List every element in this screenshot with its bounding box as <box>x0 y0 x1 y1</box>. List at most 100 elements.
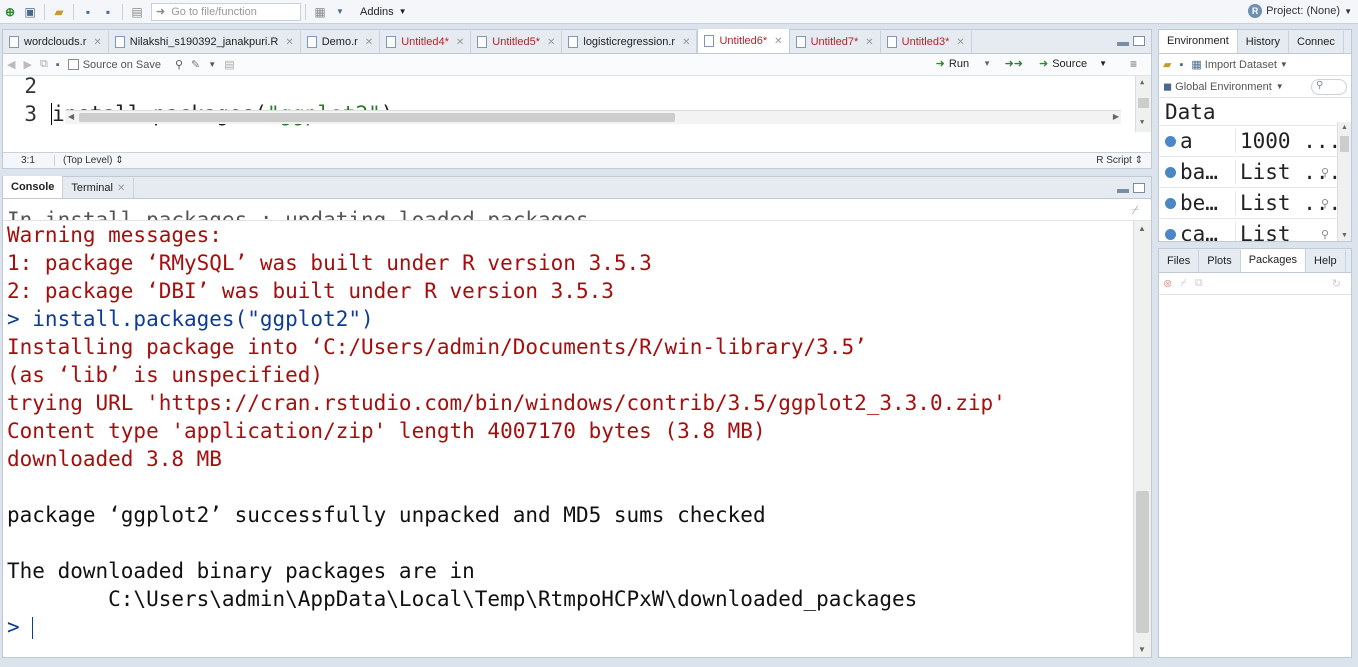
console-vertical-scrollbar[interactable]: ▲ ▼ <box>1133 221 1151 657</box>
scroll-thumb[interactable] <box>1340 136 1349 152</box>
search-icon[interactable]: ⚲ <box>175 58 183 71</box>
close-icon[interactable]: ✕ <box>774 36 782 47</box>
rerun-icon[interactable]: ➜➜ <box>1005 57 1023 70</box>
editor-vertical-scrollbar[interactable]: ▲ ▼ <box>1135 76 1151 132</box>
open-folder-icon[interactable]: ▰ <box>51 3 67 21</box>
environment-search-input[interactable]: ⚲ <box>1311 79 1347 95</box>
scroll-thumb[interactable] <box>79 113 675 122</box>
editor-tab[interactable]: Demo.r ✕ <box>301 31 381 53</box>
source-on-save-checkbox[interactable] <box>67 59 79 70</box>
close-icon[interactable]: ✕ <box>285 37 293 48</box>
scroll-down-icon[interactable]: ▼ <box>1138 645 1146 654</box>
scroll-up-icon[interactable]: ▲ <box>1140 78 1144 86</box>
expand-icon[interactable] <box>1165 135 1176 147</box>
scroll-up-icon[interactable]: ▲ <box>1138 224 1146 233</box>
editor-tab[interactable]: Untitled4* ✕ <box>380 31 472 53</box>
scroll-up-icon[interactable]: ▲ <box>1341 124 1348 131</box>
new-project-icon[interactable]: ▣ <box>22 3 38 21</box>
scroll-thumb[interactable] <box>1136 491 1149 633</box>
save-icon[interactable]: ▪ <box>56 59 60 71</box>
close-icon[interactable]: ✕ <box>456 37 464 48</box>
chevron-down-icon: ▼ <box>983 59 991 68</box>
grid-layout-icon[interactable]: ▦ <box>312 3 328 21</box>
environment-row[interactable]: ca… List ⚲ <box>1159 219 1351 241</box>
editor-tab[interactable]: Untitled5* ✕ <box>471 31 563 53</box>
run-button[interactable]: ➜ Run ▼ <box>936 57 991 71</box>
close-icon[interactable]: ✕ <box>547 37 555 48</box>
editor-tab[interactable]: logisticregression.r ✕ <box>562 31 698 53</box>
scroll-right-icon[interactable]: ▶ <box>1113 112 1119 121</box>
save-icon[interactable]: ▪ <box>80 3 96 21</box>
back-arrow-icon[interactable]: ◀ <box>7 58 15 71</box>
file-type-menu[interactable]: R Script ⇕ <box>1096 155 1143 166</box>
expand-icon[interactable] <box>1165 166 1176 178</box>
global-environment-menu[interactable]: ◼ Global Environment ▼ <box>1163 80 1284 94</box>
view-data-icon[interactable]: ⚲ <box>1321 166 1329 179</box>
magic-wand-icon[interactable]: ✎ <box>191 58 200 71</box>
import-dataset-menu[interactable]: ▦ Import Dataset ▼ <box>1191 58 1287 72</box>
close-icon[interactable]: ✕ <box>117 183 125 194</box>
environment-row[interactable]: a 1000 ... <box>1159 126 1351 157</box>
forward-arrow-icon[interactable]: ▶ <box>23 58 31 71</box>
tab-connections[interactable]: Connec <box>1289 31 1344 53</box>
environment-row[interactable]: be… List ... ⚲ <box>1159 188 1351 219</box>
save-all-icon[interactable]: ▪ <box>100 3 116 21</box>
close-icon[interactable]: ✕ <box>365 37 373 48</box>
source-button[interactable]: ➜ Source ▼ <box>1039 57 1107 71</box>
tab-help[interactable]: Help <box>1306 250 1346 272</box>
print-icon[interactable]: ▤ <box>129 3 145 21</box>
load-workspace-icon[interactable]: ▰ <box>1163 58 1171 71</box>
tab-terminal[interactable]: Terminal ✕ <box>63 178 135 198</box>
scroll-down-icon[interactable]: ▼ <box>1341 232 1348 239</box>
expand-icon[interactable] <box>1165 197 1176 209</box>
editor-tab[interactable]: Untitled7* ✕ <box>790 31 881 53</box>
close-icon[interactable]: ✕ <box>93 37 101 48</box>
minimize-pane-icon[interactable] <box>1117 189 1129 193</box>
project-menu[interactable]: R Project: (None) ▼ <box>1248 4 1352 18</box>
editor-tab[interactable]: Nilakshi_s190392_janakpuri.R ✕ <box>109 31 301 53</box>
import-icon: ▦ <box>1191 59 1202 71</box>
broom-icon[interactable]: ⌿ <box>1131 202 1139 218</box>
show-in-window-icon[interactable]: ⧉ <box>40 58 48 71</box>
expand-icon[interactable] <box>1165 228 1176 240</box>
outline-menu-icon[interactable]: ≡ <box>1130 57 1137 71</box>
scroll-down-icon[interactable]: ▼ <box>1140 118 1144 126</box>
addins-menu[interactable]: Addins ▼ <box>360 6 407 18</box>
compile-report-icon[interactable]: ▤ <box>224 58 234 71</box>
chevron-down-icon[interactable]: ▼ <box>208 60 216 69</box>
minimize-pane-icon[interactable] <box>1117 42 1129 46</box>
remove-icon[interactable]: ⊗ <box>1163 277 1172 290</box>
scroll-left-icon[interactable]: ◀ <box>68 112 74 121</box>
editor-tab[interactable]: Untitled6* ✕ <box>697 29 790 53</box>
editor-tab[interactable]: wordclouds.r ✕ <box>3 31 109 53</box>
file-type-label: R Script <box>1096 155 1132 166</box>
tab-environment[interactable]: Environment <box>1159 30 1238 53</box>
scroll-thumb[interactable] <box>1138 98 1149 108</box>
close-icon[interactable]: ✕ <box>956 37 964 48</box>
editor-horizontal-scrollbar[interactable]: ◀ ▶ <box>65 110 1121 124</box>
export-icon[interactable]: ⧉ <box>1195 277 1203 290</box>
tab-packages[interactable]: Packages <box>1240 249 1307 272</box>
tab-files[interactable]: Files <box>1159 250 1200 272</box>
close-icon[interactable]: ✕ <box>682 37 690 48</box>
refresh-icon[interactable]: ↻ <box>1332 277 1341 290</box>
tab-plots[interactable]: Plots <box>1199 250 1241 272</box>
editor-tab[interactable]: Untitled3* ✕ <box>881 31 972 53</box>
view-data-icon[interactable]: ⚲ <box>1321 197 1329 210</box>
view-data-icon[interactable]: ⚲ <box>1321 228 1329 241</box>
new-file-icon[interactable]: ⊕ <box>2 3 18 21</box>
tab-history[interactable]: History <box>1238 31 1289 53</box>
broom-icon[interactable]: ⌿ <box>1180 277 1187 290</box>
maximize-pane-icon[interactable] <box>1133 183 1145 193</box>
environment-vertical-scrollbar[interactable]: ▲ ▼ <box>1337 122 1351 241</box>
goto-file-input[interactable]: ➜ Go to file/function <box>151 2 301 21</box>
tab-console[interactable]: Console <box>3 176 64 198</box>
console-output[interactable]: Warning messages: 1: package ‘RMySQL’ was… <box>3 221 1133 657</box>
environment-row[interactable]: ba… List ... ⚲ <box>1159 157 1351 188</box>
save-icon[interactable]: ▪ <box>1179 59 1183 71</box>
maximize-pane-icon[interactable] <box>1133 36 1145 46</box>
chevron-down-icon[interactable]: ▼ <box>332 3 348 21</box>
source-on-save-toggle[interactable]: Source on Save <box>67 59 161 71</box>
scope-menu[interactable]: (Top Level) ⇕ <box>55 155 124 166</box>
close-icon[interactable]: ✕ <box>865 37 873 48</box>
